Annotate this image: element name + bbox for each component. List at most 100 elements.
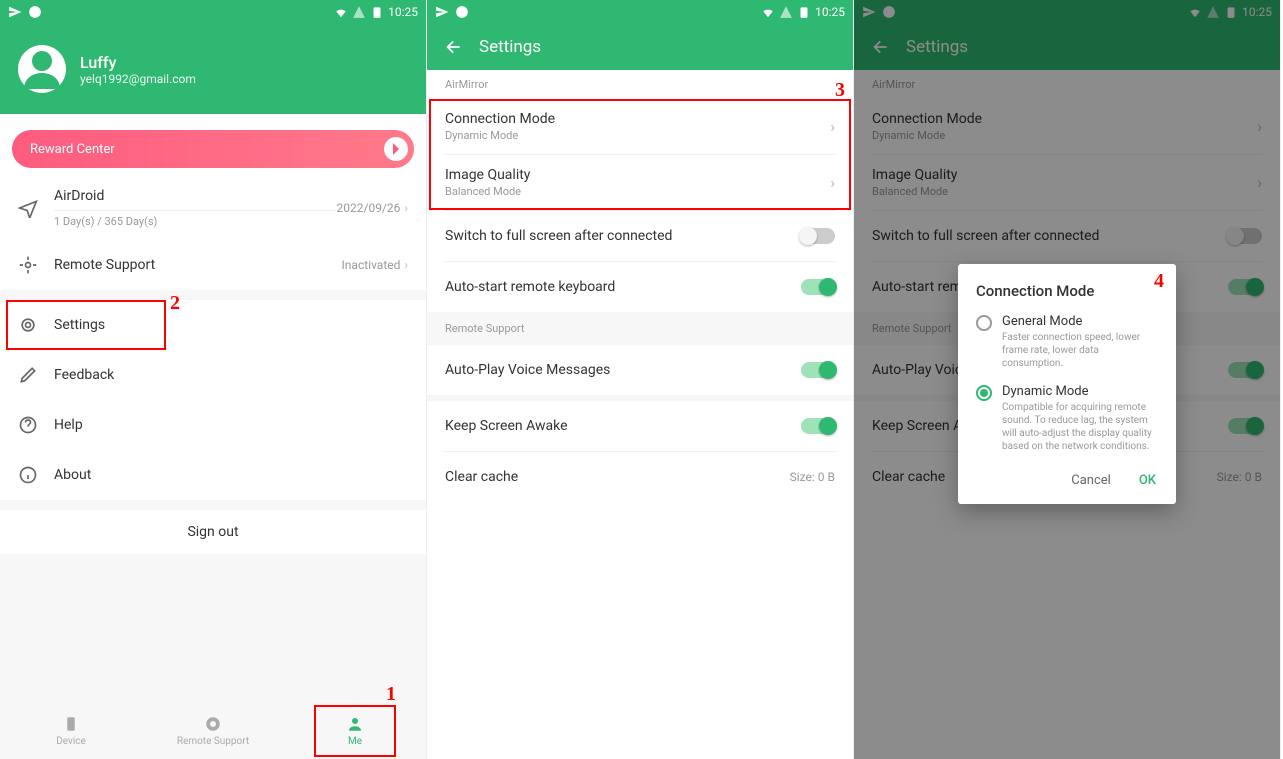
connection-mode-dialog: 4 Connection Mode General Mode Faster co… [958, 264, 1176, 504]
back-arrow-icon[interactable] [443, 37, 463, 57]
row-remote-support[interactable]: Remote Support Inactivated › [0, 240, 426, 290]
connmode-title: Connection Mode [445, 111, 830, 127]
ok-button[interactable]: OK [1137, 467, 1158, 494]
row-about[interactable]: About [0, 450, 426, 500]
voice-toggle[interactable] [801, 362, 835, 378]
airdroid-status-icon [455, 5, 469, 19]
pencil-icon [18, 365, 38, 385]
keyboard-label: Auto-start remote keyboard [445, 279, 801, 295]
panel-settings: 10:25 Settings AirMirror 3 Connection Mo… [427, 0, 854, 759]
awake-toggle[interactable] [801, 418, 835, 434]
help-label: Help [54, 417, 83, 433]
remote-support-icon [18, 255, 38, 275]
nav-me[interactable]: Me [284, 703, 426, 759]
settings-title: Settings [479, 37, 541, 57]
row-help[interactable]: Help [0, 400, 426, 450]
row-cache[interactable]: Clear cache Size: 0 B [427, 452, 853, 502]
battery-icon [797, 5, 811, 19]
user-name: Luffy [80, 53, 196, 72]
reward-label: Reward Center [30, 142, 115, 157]
status-bar: 10:25 [0, 0, 426, 24]
divider [0, 290, 426, 300]
airdroid-date: 2022/09/26 [337, 201, 401, 215]
airdroid-sub: 1 Day(s) / 365 Day(s) [54, 215, 337, 228]
status-time: 10:25 [815, 5, 845, 19]
dialog-title: Connection Mode [976, 282, 1158, 300]
chevron-right-icon: › [830, 173, 835, 192]
chevron-right-icon: › [830, 117, 835, 136]
opt-general-title: General Mode [1002, 314, 1158, 329]
cache-size: Size: 0 B [790, 470, 835, 484]
user-header[interactable]: Luffy yelq1992@gmail.com [0, 24, 426, 114]
keyboard-toggle[interactable] [801, 279, 835, 295]
send-icon [8, 5, 22, 19]
person-icon [346, 715, 364, 733]
reward-center[interactable]: Reward Center [12, 130, 414, 168]
section-remote: Remote Support [427, 312, 853, 345]
row-fullscreen[interactable]: Switch to full screen after connected [427, 211, 853, 261]
row-connection-mode[interactable]: Connection Mode Dynamic Mode › [427, 99, 853, 154]
row-awake[interactable]: Keep Screen Awake [427, 401, 853, 451]
remote-title: Remote Support [54, 257, 342, 273]
cache-label: Clear cache [445, 469, 790, 485]
nav-me-label: Me [348, 736, 362, 747]
row-airdroid[interactable]: AirDroid 1 Day(s) / 365 Day(s) 2022/09/2… [0, 176, 426, 240]
nav-device-label: Device [56, 736, 86, 747]
wifi-icon [761, 5, 775, 19]
nav-device[interactable]: Device [0, 703, 142, 759]
settings-header: Settings [427, 24, 853, 70]
panel-me: 10:25 Luffy yelq1992@gmail.com Reward Ce… [0, 0, 427, 759]
row-feedback[interactable]: Feedback [0, 350, 426, 400]
wifi-icon [334, 5, 348, 19]
signal-icon [352, 5, 366, 19]
avatar[interactable] [18, 45, 66, 93]
row-auto-keyboard[interactable]: Auto-start remote keyboard [427, 262, 853, 312]
gear-icon [18, 315, 38, 335]
voice-label: Auto-Play Voice Messages [445, 362, 801, 378]
help-icon [18, 415, 38, 435]
signal-icon [779, 5, 793, 19]
row-image-quality[interactable]: Image Quality Balanced Mode › [427, 155, 853, 210]
connmode-sub: Dynamic Mode [445, 129, 830, 142]
row-voice[interactable]: Auto-Play Voice Messages [427, 345, 853, 395]
option-general-mode[interactable]: General Mode Faster connection speed, lo… [976, 314, 1158, 370]
row-settings[interactable]: Settings [0, 300, 426, 350]
section-airmirror: AirMirror [427, 70, 853, 99]
chevron-right-icon: › [404, 201, 408, 215]
imgquality-title: Image Quality [445, 167, 830, 183]
sign-out-button[interactable]: Sign out [0, 510, 426, 554]
settings-label: Settings [54, 317, 105, 333]
opt-general-desc: Faster connection speed, lower frame rat… [1002, 331, 1158, 370]
about-label: About [54, 467, 91, 483]
option-dynamic-mode[interactable]: Dynamic Mode Compatible for acquiring re… [976, 384, 1158, 453]
status-bar: 10:25 [427, 0, 853, 24]
fullscreen-label: Switch to full screen after connected [445, 228, 801, 244]
status-time: 10:25 [388, 5, 418, 19]
divider [0, 500, 426, 510]
lifebuoy-icon [204, 715, 222, 733]
chevron-right-icon: › [404, 258, 408, 272]
opt-dynamic-title: Dynamic Mode [1002, 384, 1158, 399]
cancel-button[interactable]: Cancel [1069, 467, 1113, 494]
airdroid-status-icon [28, 5, 42, 19]
bottom-nav: Device Remote Support 1 Me [0, 703, 426, 759]
nav-remote-label: Remote Support [177, 736, 249, 747]
opt-dynamic-desc: Compatible for acquiring remote sound. T… [1002, 401, 1158, 453]
reward-arrow-icon [384, 137, 408, 161]
radio-unchecked-icon [976, 315, 992, 331]
awake-label: Keep Screen Awake [445, 418, 801, 434]
device-icon [62, 715, 80, 733]
panel-dialog: 10:25 Settings AirMirror Connection Mode… [854, 0, 1281, 759]
battery-icon [370, 5, 384, 19]
airdroid-title: AirDroid [54, 188, 337, 204]
remote-status: Inactivated [342, 258, 401, 272]
info-icon [18, 465, 38, 485]
send-icon [435, 5, 449, 19]
radio-checked-icon [976, 385, 992, 401]
imgquality-sub: Balanced Mode [445, 185, 830, 198]
fullscreen-toggle[interactable] [801, 228, 835, 244]
nav-remote[interactable]: Remote Support [142, 703, 284, 759]
user-email: yelq1992@gmail.com [80, 72, 196, 86]
airdroid-icon [18, 198, 38, 218]
feedback-label: Feedback [54, 367, 114, 383]
